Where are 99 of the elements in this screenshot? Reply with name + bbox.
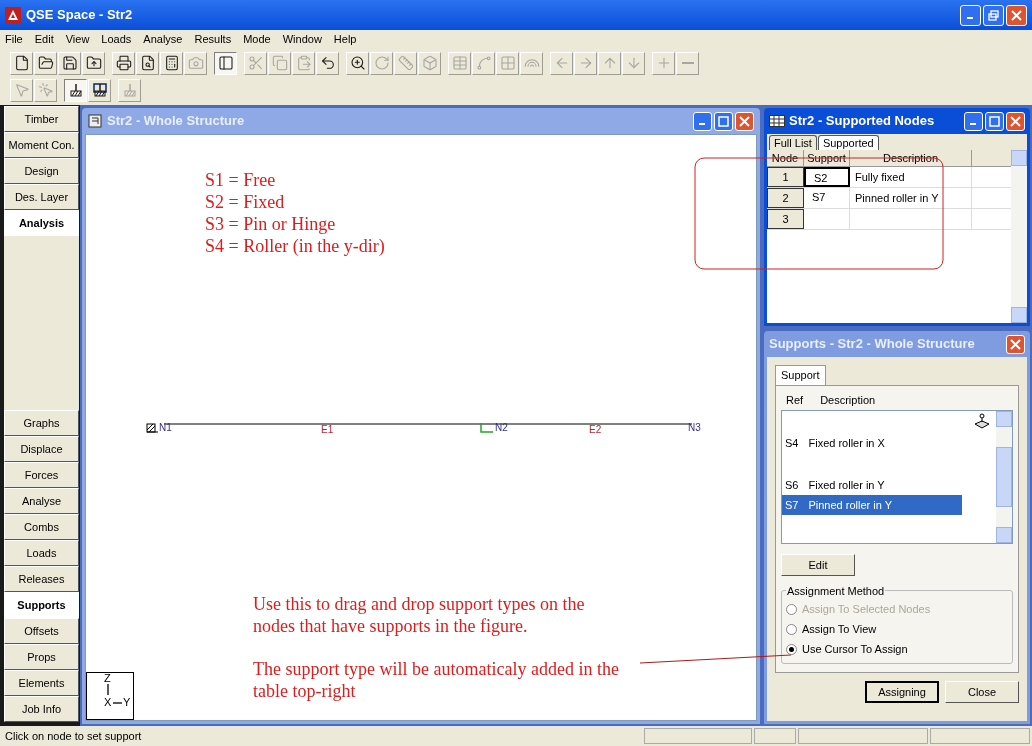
column-header: Description: [820, 393, 876, 408]
sidebar-tab[interactable]: Analysis: [4, 210, 79, 236]
axis-label: Y: [123, 697, 131, 708]
note-text: Use this to drag and drop support types on the nodes that have supports in the figure.: [253, 593, 586, 637]
dialog-title: Supports - Str2 - Whole Structure: [769, 335, 976, 354]
sidebar-tab[interactable]: Combs: [4, 514, 79, 540]
table-cell: Pinned roller in Y: [850, 188, 972, 208]
app-logo-icon: [5, 7, 21, 23]
table-cell: Fully fixed: [850, 167, 972, 187]
note-text: The support type will be automaticaly added in the table top-right: [253, 658, 620, 702]
tab[interactable]: Full List: [769, 135, 817, 150]
scrollbar[interactable]: [1011, 150, 1027, 323]
drag-cursor-icon: [972, 413, 992, 431]
axis-label: Z: [104, 673, 111, 684]
element-label: E2: [588, 425, 603, 435]
menu-item[interactable]: View: [65, 30, 90, 48]
menu-item[interactable]: Help: [333, 30, 357, 48]
list-item[interactable]: S4 Fixed roller in X: [782, 433, 962, 453]
minimize-button[interactable]: [693, 111, 712, 131]
list-item[interactable]: S6 Fixed roller in Y: [782, 475, 962, 495]
menu-item[interactable]: Window: [282, 30, 322, 48]
row-header: 2: [767, 188, 804, 208]
menu-item[interactable]: Results: [194, 30, 232, 48]
radio-label[interactable]: Assign To View: [802, 620, 877, 638]
maximize-icon: [989, 115, 1000, 127]
minimize-button[interactable]: [964, 111, 983, 131]
close-button[interactable]: [1006, 4, 1027, 26]
close-icon: [1010, 338, 1021, 350]
sidebar-tab[interactable]: Job Info: [4, 696, 79, 722]
status-pane: [754, 728, 796, 744]
maximize-button[interactable]: [985, 111, 1004, 131]
menu-item[interactable]: File: [5, 30, 23, 48]
close-icon: [739, 115, 750, 127]
axis-line: [107, 684, 109, 695]
sidebar-tab[interactable]: Des. Layer: [4, 184, 79, 210]
node-label: N1: [159, 423, 172, 433]
close-icon: [1010, 115, 1021, 127]
close-button[interactable]: [1006, 111, 1025, 131]
tab[interactable]: Supported: [817, 135, 879, 150]
sidebar-tab[interactable]: Props: [4, 644, 79, 670]
minimize-button[interactable]: [960, 4, 981, 26]
list-item[interactable]: S7 Pinned roller in Y: [782, 495, 962, 515]
node-label: N2: [495, 423, 508, 433]
column-header: Support: [804, 150, 850, 166]
table-cell: S7: [804, 188, 850, 208]
dialog-button[interactable]: Assigning: [865, 681, 939, 703]
edit-button[interactable]: Edit: [781, 554, 855, 576]
menu-item[interactable]: Mode: [243, 30, 271, 48]
sidebar-tab[interactable]: Offsets: [4, 618, 79, 644]
radio-label[interactable]: Use Cursor To Assign: [802, 640, 908, 658]
legend-text: S3 = Pin or Hinge: [205, 213, 337, 235]
radio-button[interactable]: [786, 643, 797, 655]
axis-line: [113, 702, 122, 704]
window-title: QSE Space - Str2: [26, 6, 134, 25]
status-text: Click on node to set support: [4, 728, 143, 744]
window-icon: [88, 114, 102, 128]
minimize-icon: [970, 122, 977, 126]
close-button[interactable]: [1006, 334, 1025, 354]
sidebar-tab[interactable]: Elements: [4, 670, 79, 696]
table-cell: S2: [804, 167, 850, 187]
row-header: 3: [767, 209, 804, 229]
menu-item[interactable]: Loads: [101, 30, 132, 48]
sidebar-tab[interactable]: Loads: [4, 540, 79, 566]
legend-text: S1 = Free: [205, 169, 277, 191]
window-title: Str2 - Supported Nodes: [789, 112, 936, 131]
sidebar-tab[interactable]: Releases: [4, 566, 79, 592]
scrollbar[interactable]: [996, 411, 1012, 543]
tab[interactable]: Support: [775, 365, 826, 385]
sidebar-tab[interactable]: Moment Con.: [4, 132, 79, 158]
sidebar-tab[interactable]: Displace: [4, 436, 79, 462]
column-header: Ref: [786, 393, 804, 408]
row-header: 1: [767, 167, 804, 187]
menu-item[interactable]: Analyse: [143, 30, 183, 48]
minimize-icon: [699, 122, 706, 126]
sidebar-tab[interactable]: Supports: [4, 592, 79, 618]
menu-item[interactable]: Edit: [34, 30, 54, 48]
close-button[interactable]: [735, 111, 754, 131]
maximize-icon: [988, 9, 999, 21]
maximize-button[interactable]: [983, 4, 1004, 26]
maximize-button[interactable]: [714, 111, 733, 131]
radio-button[interactable]: [786, 623, 797, 635]
axis-label: X: [104, 697, 112, 708]
column-header: Description: [850, 150, 972, 166]
dialog-button[interactable]: Close: [945, 681, 1019, 703]
element-label: E1: [320, 425, 335, 435]
column-header: Node: [767, 150, 804, 166]
sidebar-tab[interactable]: Analyse: [4, 488, 79, 514]
table-icon: [769, 115, 785, 127]
node-label: N3: [688, 423, 701, 433]
legend-text: S2 = Fixed: [205, 191, 286, 213]
sidebar-tab[interactable]: Design: [4, 158, 79, 184]
sidebar-tab[interactable]: Timber: [4, 106, 79, 132]
maximize-icon: [718, 115, 729, 127]
minimize-icon: [967, 16, 974, 20]
close-icon: [1011, 9, 1022, 21]
sidebar-tab[interactable]: Graphs: [4, 410, 79, 436]
legend-text: S4 = Roller (in the y-dir): [205, 235, 385, 257]
window-title: Str2 - Whole Structure: [107, 112, 246, 131]
sidebar-tab[interactable]: Forces: [4, 462, 79, 488]
